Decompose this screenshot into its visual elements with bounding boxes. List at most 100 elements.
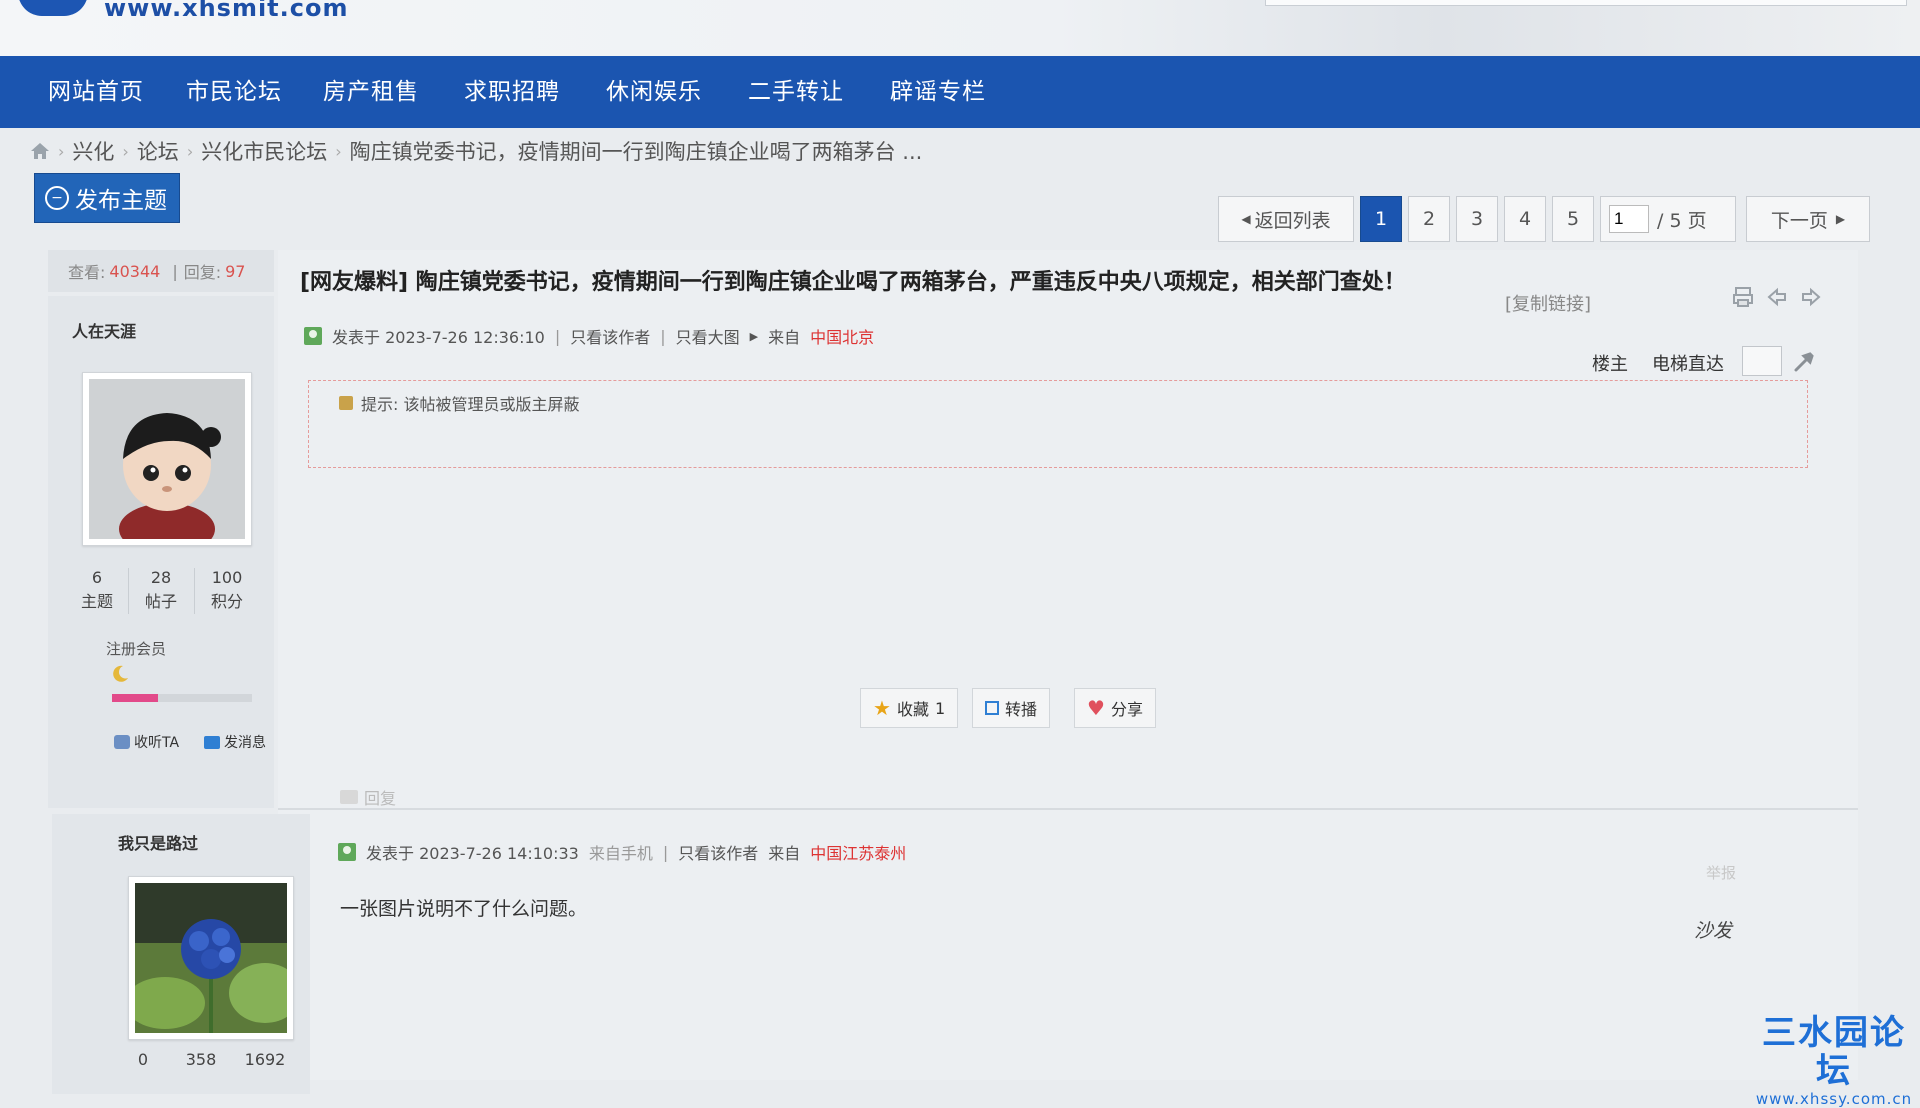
replies-label: 回复: (183, 263, 222, 282)
only-author-link[interactable]: 只看该作者 (570, 324, 650, 348)
page-button-5[interactable]: 5 (1552, 196, 1594, 242)
nav-item-realestate[interactable]: 房产租售 (323, 72, 419, 106)
page-button-3[interactable]: 3 (1456, 196, 1498, 242)
online-status-icon (338, 843, 356, 861)
page-button-1[interactable]: 1 (1360, 196, 1402, 242)
home-icon[interactable] (30, 142, 50, 160)
nav-item-forum[interactable]: 市民论坛 (186, 72, 282, 106)
caret-left-icon: ◀ (1241, 212, 1251, 226)
avatar-image (89, 379, 245, 555)
reply-only-author-link[interactable]: 只看该作者 (678, 840, 758, 864)
print-icon[interactable] (1732, 286, 1754, 308)
site-logo[interactable] (18, 0, 88, 16)
caret-right-icon: ▶ (1835, 212, 1846, 226)
site-url[interactable]: www.xhsmit.com (104, 0, 349, 22)
nav-item-secondhand[interactable]: 二手转让 (748, 72, 844, 106)
share-button[interactable]: ♥ 分享 (1074, 688, 1156, 728)
message-icon (204, 735, 220, 749)
page-button-4[interactable]: 4 (1504, 196, 1546, 242)
breadcrumb-item-board[interactable]: 兴化市民论坛 (201, 136, 327, 166)
moon-level-icon (113, 665, 128, 682)
notice-box: 提示: 该帖被管理员或版主屏蔽 (308, 380, 1808, 468)
stat-posts-value: 28 (150, 568, 172, 587)
views-label: 查看: (68, 263, 106, 282)
reply-stat-topics[interactable]: 0 (118, 1048, 168, 1072)
previous-thread-icon[interactable] (1766, 286, 1788, 308)
minus-icon: − (45, 186, 69, 210)
post-new-topic-button[interactable]: − 发布主题 (34, 173, 180, 223)
nav-item-leisure[interactable]: 休闲娱乐 (606, 72, 702, 106)
next-page-label: 下一页 (1770, 209, 1828, 232)
stat-points-label: 积分 (210, 592, 243, 611)
send-message-link[interactable]: 发消息 (204, 732, 266, 752)
breadcrumb-item-thread[interactable]: 陶庄镇党委书记，疫情期间一行到陶庄镇企业喝了两箱茅台 ... (350, 136, 923, 166)
reply-location-text: 中国江苏泰州 (810, 844, 907, 863)
breadcrumb-item-forum[interactable]: 论坛 (137, 136, 179, 166)
follow-icon (114, 735, 130, 749)
heart-icon: ♥ (1087, 696, 1105, 720)
stats-separator: | (172, 261, 178, 281)
watermark-logo: 三水园论坛 www.xhssy.com.cn (1748, 1014, 1920, 1108)
watermark-url: www.xhssy.com.cn (1755, 1090, 1913, 1108)
post-new-topic-label: 发布主题 (75, 188, 167, 214)
reply-avatar[interactable] (125, 876, 301, 1040)
favorite-count: 1 (934, 698, 946, 718)
stat-posts[interactable]: 28 帖子 (130, 566, 192, 614)
stat-divider (194, 568, 195, 614)
nav-item-jobs[interactable]: 求职招聘 (464, 72, 560, 106)
from-label: 来自 (768, 328, 801, 347)
replies-count: 97 (225, 261, 246, 281)
nav-item-rumor[interactable]: 辟谣专栏 (890, 72, 986, 106)
stat-points-value: 100 (211, 568, 243, 587)
author-sidebar: 人在天涯 6 主题 28 帖子 100 积分 注册会员 收听TA 发消息 (48, 296, 274, 808)
next-page-button[interactable]: 下一页 ▶ (1746, 196, 1870, 242)
stat-topics-value: 6 (91, 568, 103, 587)
repost-button[interactable]: 转播 (972, 688, 1051, 728)
only-large-image-link[interactable]: 只看大图 (676, 324, 740, 348)
favorite-button[interactable]: ★ 收藏 1 (860, 688, 959, 728)
nav-item-home[interactable]: 网站首页 (48, 72, 144, 106)
author-sidebar-reply: 我只是路过 0 358 1692 (52, 814, 310, 1094)
avatar[interactable] (82, 372, 252, 555)
follow-label: 收听TA (134, 735, 180, 751)
page-jump-input[interactable] (1609, 205, 1649, 233)
breadcrumb-item-xinghua[interactable]: 兴化 (72, 136, 114, 166)
follow-link[interactable]: 收听TA (114, 732, 179, 752)
stat-posts-label: 帖子 (144, 592, 177, 611)
watermark-title: 三水园论坛 (1762, 1013, 1906, 1091)
page-total-label: / 5 页 (1657, 209, 1707, 232)
author-name[interactable]: 人在天涯 (72, 318, 136, 342)
reply-post-meta: 发表于 2023-7-26 14:10:33 来自手机 | 只看该作者 来自 中… (338, 840, 906, 864)
stat-divider (128, 568, 129, 614)
floor-label: 楼主 (1592, 354, 1628, 375)
header-search-input[interactable] (1265, 0, 1907, 6)
reply-stat-posts-value: 358 (185, 1050, 217, 1069)
reply-author-name[interactable]: 我只是路过 (118, 830, 198, 854)
copy-link-button[interactable]: [复制链接] (1505, 290, 1591, 316)
level-progress-fill (112, 694, 159, 702)
reply-stat-points[interactable]: 1692 (234, 1048, 296, 1072)
reply-icon (340, 790, 358, 804)
breadcrumb-separator: › (186, 141, 194, 161)
meta-separator: | (660, 326, 666, 346)
meta-separator: | (554, 326, 561, 346)
elevator-input[interactable] (1742, 346, 1782, 376)
reply-post-time: 发表于 2023-7-26 14:10:33 (366, 844, 579, 863)
back-to-list-button[interactable]: ◀ 返回列表 (1218, 196, 1354, 242)
reply-label: 回复 (364, 789, 397, 808)
report-link[interactable]: 举报 (1706, 862, 1736, 883)
reply-stat-points-value: 1692 (244, 1050, 286, 1069)
member-group[interactable]: 注册会员 (106, 638, 166, 659)
star-icon: ★ (873, 696, 891, 720)
reply-from-label: 来自 (768, 844, 801, 863)
go-icon[interactable] (1792, 350, 1816, 374)
repost-label: 转播 (1005, 700, 1038, 719)
stat-topics[interactable]: 6 主题 (68, 566, 126, 614)
next-thread-icon[interactable] (1800, 286, 1822, 308)
reply-stat-posts[interactable]: 358 (172, 1048, 230, 1072)
send-message-label: 发消息 (224, 735, 266, 751)
page-button-2[interactable]: 2 (1408, 196, 1450, 242)
stat-points[interactable]: 100 积分 (196, 566, 258, 614)
reply-button[interactable]: 回复 (340, 785, 396, 809)
elevator-label: 电梯直达 (1652, 354, 1724, 375)
